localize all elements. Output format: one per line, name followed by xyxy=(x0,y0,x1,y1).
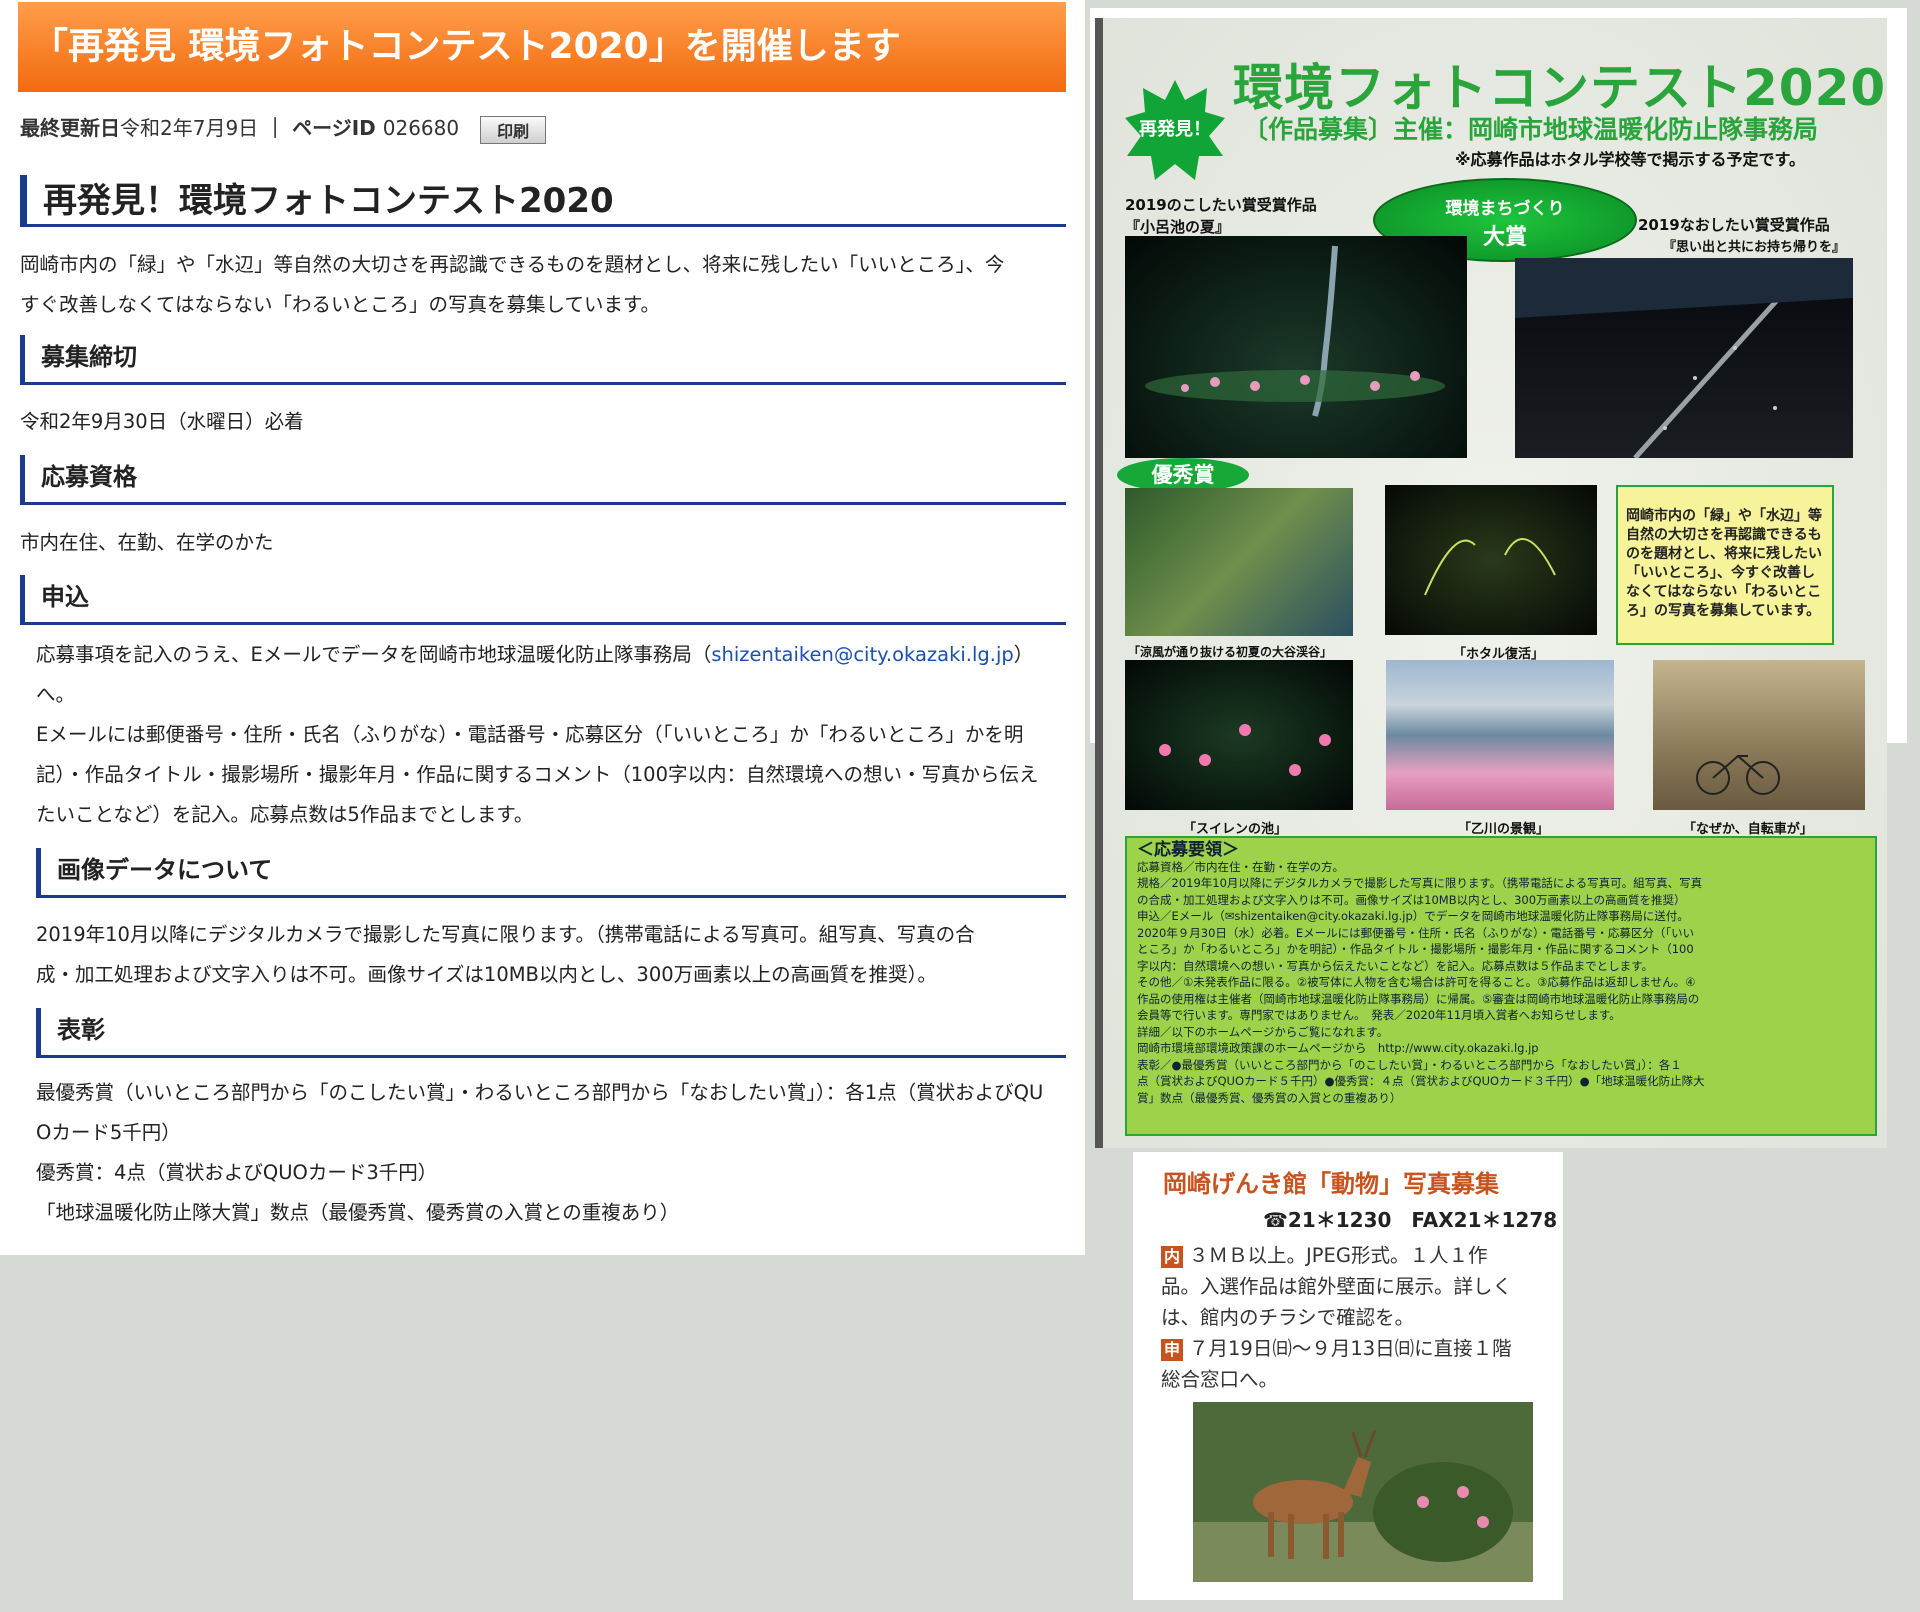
image-data-line: 成・加工処理および文字入りは不可。画像サイズは10MB以内とし、300万画素以上… xyxy=(36,963,937,986)
image-data-line: 2019年10月以降にデジタルカメラで撮影した写真に限ります。（携帯電話による写… xyxy=(36,923,975,946)
guide-title: ＜応募要領＞ xyxy=(1137,840,1239,860)
photo-river-view xyxy=(1386,660,1614,810)
section-heading-image-data: 画像データについて xyxy=(36,848,1066,898)
awards-text: 最優秀賞（いいところ部門から「のこしたい賞」・わるいところ部門から「なおしたい賞… xyxy=(36,1073,1043,1233)
deadline-text: 令和2年9月30日（水曜日）必着 xyxy=(20,410,304,433)
photo-fireflies xyxy=(1385,485,1597,635)
guide-line: 作品の使用権は主催者（岡崎市地球温暖化防止隊事務局）に帰属。⑤審査は岡崎市地球温… xyxy=(1137,991,1700,1006)
awards-line: 優秀賞：4点（賞状およびQUOカード3千円） xyxy=(36,1161,438,1184)
photo-water-lily-pond xyxy=(1125,660,1353,810)
photo-lily-pond-night xyxy=(1125,236,1467,458)
apply-text: 応募事項を記入のうえ、Eメールでデータを岡崎市地球温暖化防止隊事務局（shize… xyxy=(36,635,1086,835)
right-winner-title: 『思い出と共にお持ち帰りを』 xyxy=(1663,240,1846,255)
section-heading-awards: 表彰 xyxy=(36,1008,1066,1058)
poster-subtitle: 〔作品募集〕主催：岡崎市地球温暖化防止隊事務局 xyxy=(1243,115,1819,144)
guide-line: の合成・加工処理および文字入りは不可。画像サイズは10MB以内とし、300万画素… xyxy=(1137,892,1686,907)
section-heading-deadline: 募集締切 xyxy=(20,335,1066,385)
apply-line: 応募事項を記入のうえ、Eメールでデータを岡崎市地球温暖化防止隊事務局（shize… xyxy=(36,635,1086,675)
guide-line: 賞」数点（最優秀賞、優秀賞の入賞との重複あり） xyxy=(1137,1090,1402,1105)
deer-graphic xyxy=(1193,1402,1533,1582)
awards-line: 「地球温暖化防止隊大賞」数点（最優秀賞、優秀賞の入賞との重複あり） xyxy=(36,1201,680,1224)
water-lily-graphic xyxy=(1159,724,1331,776)
guide-line: 応募資格／市内在住・在勤・在学の方。 xyxy=(1137,859,1344,874)
awards-line: Oカード5千円） xyxy=(36,1121,181,1144)
section-heading-apply: 申込 xyxy=(20,575,1066,625)
photo-night-path xyxy=(1515,258,1853,458)
apply-line: Eメールには郵便番号・住所・氏名（ふりがな）・電話番号・応募区分（「いいところ」… xyxy=(36,723,1024,746)
poster-badge: 再発見！ xyxy=(1125,80,1225,180)
intro-line: 岡崎市内の「緑」や「水辺」等自然の大切さを再認識できるものを題材とし、将来に残し… xyxy=(20,253,1005,276)
flyer-tag-content: 内 xyxy=(1161,1246,1183,1268)
left-winner-caption: 2019のこしたい賞受賞作品 xyxy=(1125,196,1317,214)
photo-bicycle xyxy=(1653,660,1865,810)
guide-line: 表彰／●最優秀賞（いいところ部門から「のこしたい賞」・わるいところ部門から「なお… xyxy=(1137,1057,1682,1072)
apply-line1-suffix: ） xyxy=(1013,643,1034,666)
updated-label: 最終更新日 xyxy=(20,116,120,140)
caption-bicycle: 「なぜか、自転車が」 xyxy=(1683,822,1813,837)
right-winner-caption: 2019なおしたい賞受賞作品 xyxy=(1638,216,1830,234)
apply-line: 記）・作品タイトル・撮影場所・撮影年月・作品に関するコメント（100字以内：自然… xyxy=(36,763,1039,786)
guide-line: その他／①未発表作品に限る。②被写体に人物を含む場合は許可を得ること。③応募作品… xyxy=(1137,975,1696,989)
apply-line1-prefix: 応募事項を記入のうえ、Eメールでデータを岡崎市地球温暖化防止隊事務局（ xyxy=(36,643,712,666)
night-path-graphic xyxy=(1515,258,1853,458)
page-meta: 最終更新日令和2年7月9日 ｜ ページID 026680 印刷 xyxy=(20,112,547,144)
print-button[interactable]: 印刷 xyxy=(480,115,547,144)
fireflies-graphic xyxy=(1424,538,1556,596)
flyer-item: 申 ７月19日㈰～９月13日㈰に直接１階総合窓口へ。 xyxy=(1161,1333,1521,1395)
caption-river: 「乙川の景観」 xyxy=(1458,822,1550,837)
flyer-item: 内 ３ＭＢ以上。JPEG形式。１人１作品。入選作品は館外壁面に展示。詳しくは、館内… xyxy=(1161,1240,1521,1333)
blank-area xyxy=(20,1258,1115,1598)
caption-water-lily: 「スイレンの池」 xyxy=(1183,822,1288,837)
apply-line: へ。 xyxy=(36,683,76,706)
guide-line: 会員等で行います。専門家ではありません。 発表／2020年11月頃入賞者へお知ら… xyxy=(1137,1008,1621,1022)
flyer-phone: ☎21＊1230 FAX21＊1278 xyxy=(1263,1208,1558,1232)
main-heading: 再発見！環境フォトコンテスト2020 xyxy=(20,175,1066,227)
poster-note: ※応募作品はホタル学校等で掲示する予定です。 xyxy=(1455,150,1805,169)
updated-date: 令和2年7月9日 xyxy=(120,116,259,140)
awards-line: 最優秀賞（いいところ部門から「のこしたい賞」・わるいところ部門から「なおしたい賞… xyxy=(36,1081,1044,1104)
page-id-label: ページID xyxy=(292,116,376,140)
lily-pond-graphic xyxy=(1145,245,1445,417)
guide-line: 詳細／以下のホームページからご覧になれます。 xyxy=(1137,1024,1389,1039)
contest-poster: 再発見！ 環境フォトコンテスト2020 〔作品募集〕主催：岡崎市地球温暖化防止隊… xyxy=(1095,18,1887,1148)
page-id: 026680 xyxy=(382,116,460,140)
bicycle-graphic xyxy=(1696,754,1780,795)
guide-line: 字以内：自然環境への想い・写真から伝えたいことなど）を記入。応募点数は５作品まで… xyxy=(1137,958,1653,973)
flyer-tag-apply: 申 xyxy=(1161,1339,1183,1361)
image-data-text: 2019年10月以降にデジタルカメラで撮影した写真に限ります。（携帯電話による写… xyxy=(36,915,975,995)
flyer-text: 内 ３ＭＢ以上。JPEG形式。１人１作品。入選作品は館外壁面に展示。詳しくは、館内… xyxy=(1161,1240,1521,1395)
flyer-apply-text: ７月19日㈰～９月13日㈰に直接１階総合窓口へ。 xyxy=(1161,1337,1512,1391)
intro-text: 岡崎市内の「緑」や「水辺」等自然の大切さを再認識できるものを題材とし、将来に残し… xyxy=(20,245,1004,325)
meta-separator: ｜ xyxy=(265,116,286,140)
award-label: 優秀賞 xyxy=(1117,458,1249,492)
section-heading-eligibility: 応募資格 xyxy=(20,455,1066,505)
guide-line: 2020年９月30日（水）必着。Eメールには郵便番号・住所・氏名（ふりがな）・電… xyxy=(1137,925,1695,940)
page-title: 「再発見 環境フォトコンテスト2020」を開催します xyxy=(18,2,1066,92)
poster-info-box: 岡崎市内の「緑」や「水辺」等自然の大切さを再認識できるものを題材とし、将来に残し… xyxy=(1616,485,1834,645)
intro-line: すぐ改善しなくてはならない「わるいところ」の写真を募集しています。 xyxy=(20,293,660,316)
left-winner-title: 『小呂池の夏』 xyxy=(1125,218,1231,236)
photo-valley-stream xyxy=(1125,488,1353,636)
guide-line: 規格／2019年10月以降にデジタルカメラで撮影した写真に限ります。（携帯電話に… xyxy=(1137,876,1703,890)
flyer-title: 岡崎げんき館「動物」写真募集 xyxy=(1163,1170,1499,1198)
apply-line: たいことなど）を記入。応募点数は5作品までとします。 xyxy=(36,803,534,826)
email-link[interactable]: shizentaiken@city.okazaki.lg.jp xyxy=(711,643,1013,666)
application-guide: ＜応募要領＞ 応募資格／市内在住・在勤・在学の方。 規格／2019年10月以降に… xyxy=(1125,836,1877,1136)
flyer-content-text: ３ＭＢ以上。JPEG形式。１人１作品。入選作品は館外壁面に展示。詳しくは、館内の… xyxy=(1161,1244,1513,1329)
guide-line: ところ」か「わるいところ」かを明記）・作品タイトル・撮影場所・撮影年月・作品に関… xyxy=(1137,942,1694,956)
guide-line: 岡崎市環境部環境政策課のホームページから http://www.city.oka… xyxy=(1137,1041,1539,1055)
guide-line: 申込／Eメール（✉shizentaiken@city.okazaki.lg.jp… xyxy=(1137,909,1689,923)
caption-valley: 「涼風が通り抜ける初夏の大谷渓谷」 xyxy=(1128,645,1333,659)
photo-deer xyxy=(1193,1402,1533,1582)
genkikan-flyer: 岡崎げんき館「動物」写真募集 ☎21＊1230 FAX21＊1278 内 ３ＭＢ以… xyxy=(1133,1152,1563,1600)
grand-prize-line1: 環境まちづくり xyxy=(1445,199,1565,219)
eligibility-text: 市内在住、在勤、在学のかた xyxy=(20,531,274,554)
guide-line: 点（賞状およびQUOカード５千円）●優秀賞：４点（賞状およびQUOカード３千円）… xyxy=(1137,1074,1705,1088)
